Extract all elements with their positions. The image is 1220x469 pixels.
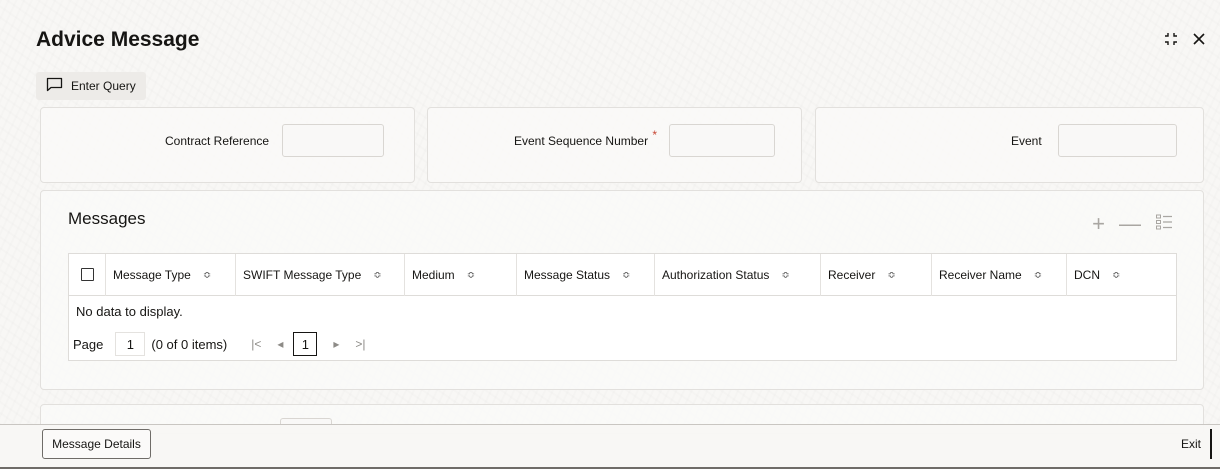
advice-message-window: Advice Message Enter Query Contract Refe…	[0, 0, 1220, 469]
messages-table: Message Type ≎ SWIFT Message Type ≎ Medium…	[68, 253, 1177, 361]
items-count: (0 of 0 items)	[151, 336, 228, 352]
column-header-dcn[interactable]: DCN ≎	[1066, 254, 1176, 296]
no-data-message: No data to display.	[76, 304, 183, 319]
window-controls	[1162, 30, 1208, 48]
page-number-input[interactable]: 1	[115, 332, 146, 356]
sort-icon: ≎	[781, 269, 790, 281]
column-header-message-status[interactable]: Message Status ≎	[516, 254, 654, 296]
event-sequence-number-input[interactable]	[669, 124, 775, 157]
select-all-checkbox[interactable]	[81, 268, 94, 281]
current-page-button[interactable]: 1	[293, 332, 318, 356]
event-sequence-panel: Event Sequence Number *	[427, 107, 802, 183]
column-header-message-type[interactable]: Message Type ≎	[105, 254, 235, 296]
last-page-icon[interactable]: >|	[355, 337, 365, 351]
column-header-swift-message-type[interactable]: SWIFT Message Type ≎	[235, 254, 404, 296]
next-page-icon[interactable]: ▸	[333, 337, 339, 351]
enter-query-button[interactable]: Enter Query	[36, 72, 146, 100]
column-header-receiver[interactable]: Receiver ≎	[820, 254, 931, 296]
page-label: Page	[73, 336, 104, 352]
column-header-authorization-status[interactable]: Authorization Status ≎	[654, 254, 820, 296]
table-header: Message Type ≎ SWIFT Message Type ≎ Medium…	[69, 254, 1176, 296]
sort-icon: ≎	[1112, 269, 1121, 281]
messages-panel: Messages + — Message Type ≎ SWIFT Messag…	[40, 190, 1204, 390]
add-row-icon[interactable]: +	[1092, 212, 1105, 234]
event-sequence-number-label: Event Sequence Number *	[514, 128, 658, 148]
pagination: Page 1 (0 of 0 items) |< ◂ 1 ▸ >|	[73, 332, 366, 356]
column-list-icon[interactable]	[1155, 213, 1173, 234]
column-header-receiver-name[interactable]: Receiver Name ≎	[931, 254, 1066, 296]
sort-icon: ≎	[622, 269, 631, 281]
sort-icon: ≎	[202, 269, 212, 281]
sort-icon: ≎	[887, 269, 896, 281]
page-title: Advice Message	[36, 28, 200, 51]
collapse-icon[interactable]	[1162, 30, 1180, 48]
sort-icon: ≎	[373, 269, 382, 281]
contract-reference-panel: Contract Reference	[40, 107, 415, 183]
event-label: Event	[1011, 134, 1042, 148]
sort-icon: ≎	[1033, 269, 1043, 281]
enter-query-label: Enter Query	[71, 79, 136, 93]
comment-icon	[46, 77, 63, 95]
sort-icon: ≎	[466, 269, 476, 281]
column-header-medium[interactable]: Medium ≎	[404, 254, 516, 296]
footer-bar: Message Details Exit	[0, 424, 1220, 469]
remove-row-icon[interactable]: —	[1119, 212, 1141, 234]
event-panel: Event	[815, 107, 1204, 183]
previous-page-icon[interactable]: ◂	[277, 337, 283, 351]
required-indicator: *	[652, 128, 658, 142]
close-icon[interactable]	[1190, 30, 1208, 48]
message-details-button[interactable]: Message Details	[42, 429, 151, 459]
exit-button[interactable]: Exit	[1172, 429, 1212, 459]
contract-reference-input[interactable]	[282, 124, 384, 157]
event-input[interactable]	[1058, 124, 1177, 157]
table-actions: + —	[1092, 212, 1173, 234]
contract-reference-label: Contract Reference	[165, 134, 270, 148]
messages-title: Messages	[68, 209, 146, 228]
first-page-icon[interactable]: |<	[251, 337, 261, 351]
